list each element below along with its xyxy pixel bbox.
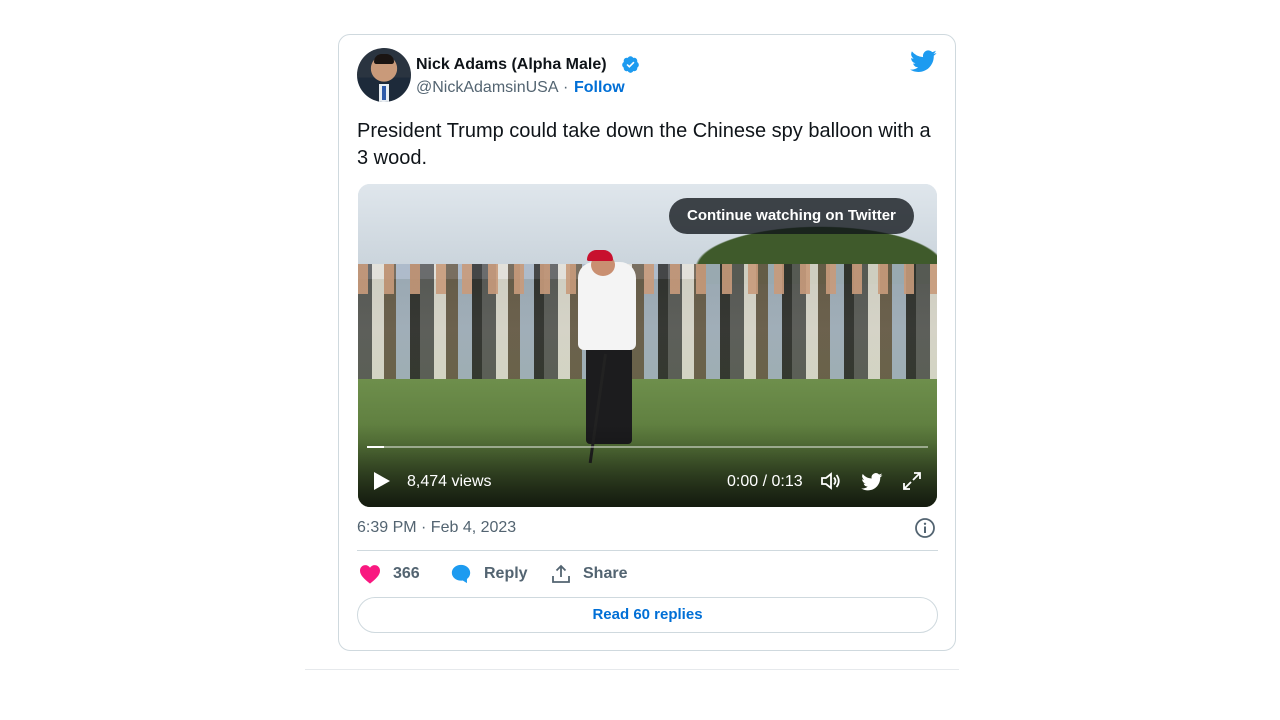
share-button[interactable]: Share — [551, 561, 627, 587]
actions-divider — [357, 550, 938, 551]
info-icon[interactable] — [914, 517, 936, 539]
heart-icon — [360, 565, 380, 584]
tweet-timestamp[interactable]: 6:39 PM · Feb 4, 2023 — [357, 519, 516, 537]
video-views-count: 8,474 views — [407, 473, 492, 490]
video-player[interactable]: Continue watching on Twitter 8,474 views… — [358, 184, 937, 507]
tweet-embed-card: Nick Adams (Alpha Male) @NickAdamsinUSA … — [338, 34, 956, 651]
author-handle[interactable]: @NickAdamsinUSA — [416, 79, 559, 97]
like-button[interactable]: 366 — [359, 561, 420, 587]
tweet-text: President Trump could take down the Chin… — [357, 120, 931, 169]
avatar-tie — [382, 86, 386, 100]
play-icon[interactable] — [373, 471, 391, 491]
twitter-bird-icon[interactable] — [861, 473, 883, 491]
video-progress-fill — [367, 446, 384, 448]
speech-bubble-icon — [451, 564, 471, 584]
verified-badge-icon — [622, 56, 639, 73]
page-divider — [305, 669, 959, 670]
continue-watching-button[interactable]: Continue watching on Twitter — [669, 198, 914, 234]
avatar-hair — [374, 54, 394, 64]
share-label: Share — [583, 565, 628, 582]
reply-button[interactable]: Reply — [450, 561, 528, 587]
video-frame-crowd-heads — [358, 264, 937, 294]
follow-button[interactable]: Follow — [574, 79, 625, 97]
author-avatar[interactable] — [357, 48, 411, 102]
video-time-readout: 0:00 / 0:13 — [727, 473, 803, 490]
video-progress-bar[interactable] — [367, 446, 928, 448]
like-count: 366 — [393, 565, 420, 582]
handle-separator: · — [563, 79, 569, 96]
video-frame-golfer-cap — [587, 250, 613, 261]
author-name[interactable]: Nick Adams (Alpha Male) — [416, 56, 607, 74]
video-controls-gradient — [358, 424, 937, 507]
volume-icon[interactable] — [820, 471, 842, 491]
read-replies-button[interactable]: Read 60 replies — [357, 597, 938, 633]
fullscreen-icon[interactable] — [901, 470, 923, 492]
reply-label: Reply — [484, 565, 528, 582]
share-upload-icon — [552, 564, 570, 583]
twitter-bird-icon[interactable] — [910, 50, 937, 73]
